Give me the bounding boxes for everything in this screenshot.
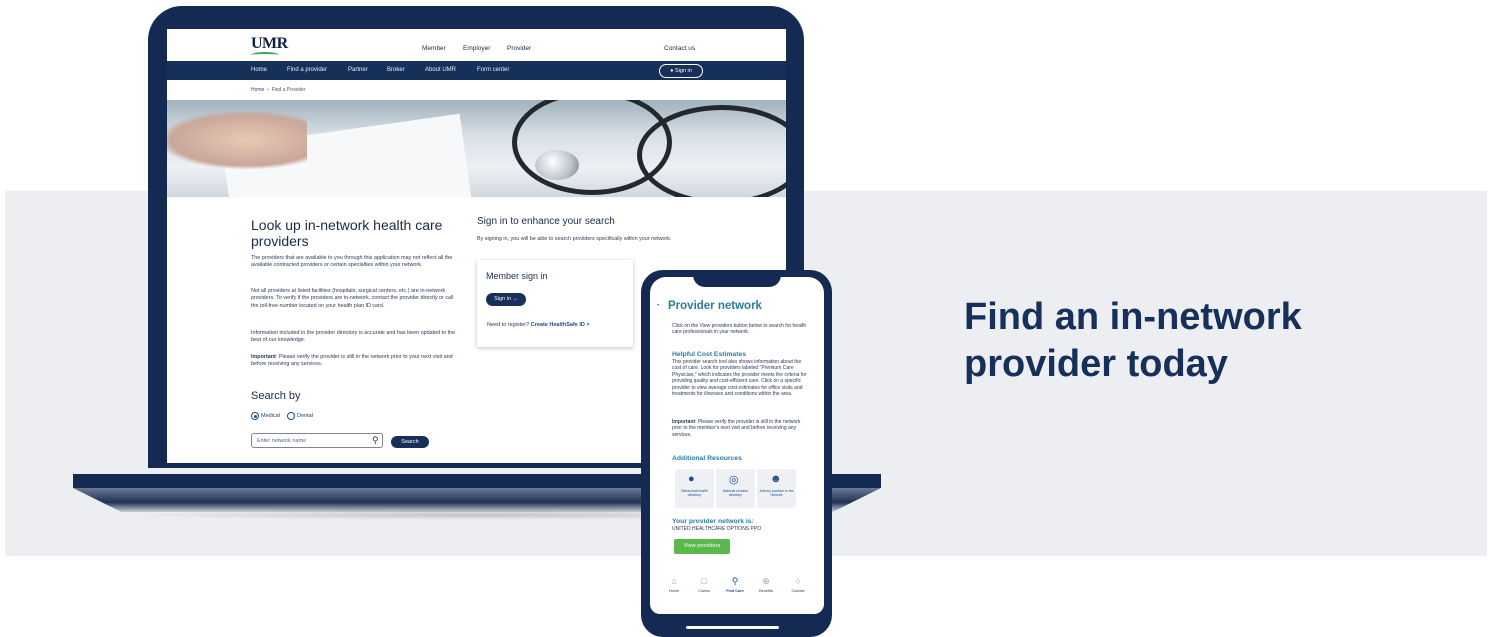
tab-contact-label: Contact	[791, 589, 805, 593]
site-header: UMR Member Employer Provider Contact us	[167, 29, 786, 61]
important-text: : Please verify the provider is still in…	[251, 354, 453, 368]
brain-icon: ●	[688, 473, 695, 485]
radio-dental[interactable]	[287, 412, 295, 420]
tab-find-care[interactable]: ⚲ Find Care	[719, 576, 751, 593]
radio-medical-label[interactable]: Medical	[261, 413, 280, 419]
search-button[interactable]: Search	[391, 436, 429, 448]
home-icon: ⌂	[671, 576, 677, 586]
nav-partner[interactable]: Partner	[348, 67, 368, 73]
breadcrumb-current: Find a Provider	[271, 87, 306, 93]
search-icon: ⚲	[731, 576, 739, 586]
contact-link[interactable]: Contact us	[664, 45, 695, 52]
phone-screen: • Provider network Click on the View pro…	[650, 277, 824, 614]
header-signin-button[interactable]: ● Sign in	[659, 64, 703, 78]
tab-contact[interactable]: ○ Contact	[782, 576, 814, 593]
add-provider-icon: ☻	[770, 473, 782, 485]
phone-important: Important: Please verify the provider is…	[672, 419, 810, 438]
cost-estimates-heading: Helpful Cost Estimates	[672, 351, 747, 358]
provider-network-title: Provider network	[668, 300, 762, 312]
tab-benefits[interactable]: ⊕ Benefits	[750, 576, 782, 593]
nav-find-provider[interactable]: Find a provider	[287, 67, 327, 73]
resource-behavioral[interactable]: ● Behavioral health directory	[675, 469, 714, 508]
register-line: Need to register? Create HealthSafe ID >	[487, 322, 590, 328]
signin-section-desc: By signing in, you will be able to searc…	[477, 236, 672, 242]
topnav-provider[interactable]: Provider	[507, 45, 531, 52]
member-signin-title: Member sign in	[486, 271, 548, 281]
topnav-employer[interactable]: Employer	[463, 45, 490, 52]
additional-resources-heading: Additional Resources	[672, 455, 742, 462]
nav-about[interactable]: About UMR	[425, 67, 456, 73]
lookup-para-2: Not all providers at listed facilities (…	[251, 288, 454, 309]
nav-home[interactable]: Home	[251, 67, 267, 73]
resource-national-vendors[interactable]: ◎ National vendors directory	[716, 469, 755, 508]
resource-national-label: National vendors directory	[722, 489, 749, 498]
view-providers-button[interactable]: View providers	[674, 539, 730, 554]
topnav-member[interactable]: Member	[422, 45, 446, 52]
lookup-para-1: The providers that are available to you …	[251, 255, 453, 269]
collapse-caret-icon[interactable]: •	[657, 303, 659, 309]
globe-icon: ◎	[729, 474, 739, 486]
resource-add-provider[interactable]: ☻ Add my provider to the network	[757, 469, 796, 508]
radio-dental-label[interactable]: Dental	[297, 413, 313, 419]
breadcrumb: Home › Find a Provider	[251, 87, 305, 93]
tab-benefits-label: Benefits	[759, 589, 773, 593]
tab-home-label: Home	[668, 589, 680, 593]
important-label: Important	[251, 354, 276, 360]
phone-notch	[693, 270, 781, 287]
lookup-para-4: Important: Please verify the provider is…	[251, 354, 461, 369]
tab-home[interactable]: ⌂ Home	[658, 576, 690, 593]
nav-broker[interactable]: Broker	[387, 67, 405, 73]
breadcrumb-home[interactable]: Home	[251, 87, 264, 93]
signin-section-heading: Sign in to enhance your search	[477, 216, 615, 227]
hero-hand	[167, 110, 307, 170]
hero-stethoscope-image	[167, 100, 786, 197]
member-signin-button[interactable]: Sign in →	[486, 293, 526, 306]
nav-form-center[interactable]: Form center	[477, 67, 509, 73]
search-by-heading: Search by	[251, 390, 301, 402]
logo-swoosh	[251, 52, 279, 58]
lookup-heading: Look up in-network health care providers	[251, 217, 443, 249]
search-icon[interactable]: ⚲	[372, 435, 379, 446]
resource-behavioral-label: Behavioral health directory	[681, 489, 708, 498]
tab-claims[interactable]: □ Claims	[688, 576, 720, 593]
network-name-input[interactable]: Enter network name	[251, 433, 383, 448]
main-nav: Home Find a provider Partner Broker Abou…	[167, 61, 786, 80]
member-signin-card: Member sign in Sign in → Need to registe…	[477, 260, 633, 347]
breadcrumb-separator: ›	[267, 87, 269, 93]
tab-find-care-label: Find Care	[726, 589, 744, 593]
network-heading: Your provider network is:	[672, 518, 754, 525]
claims-icon: □	[701, 576, 707, 586]
network-name: UNITED HEALTHCARE OPTIONS PPO	[672, 526, 762, 532]
tab-claims-label: Claims	[698, 589, 710, 593]
radio-medical[interactable]	[251, 412, 259, 420]
phone-intro: Click on the View providers button below…	[672, 323, 807, 336]
header-signin-label: Sign in	[675, 68, 692, 74]
benefits-icon: ⊕	[762, 576, 770, 586]
phone-important-label: Important	[672, 419, 696, 425]
cost-estimates-text: This provider search tool also shows inf…	[672, 359, 807, 398]
resource-add-label: Add my provider to the network	[759, 489, 794, 498]
create-healthsafe-link[interactable]: Create HealthSafe ID >	[531, 322, 590, 328]
tagline-heading: Find an in-network provider today	[964, 296, 1302, 385]
hero-chestpiece	[535, 150, 579, 180]
umr-logo[interactable]: UMR	[251, 35, 288, 53]
phone-home-indicator[interactable]	[686, 626, 779, 629]
register-text: Need to register?	[487, 322, 530, 328]
lookup-para-3: Information included in the provider dir…	[251, 330, 456, 344]
chat-icon: ○	[795, 576, 801, 586]
